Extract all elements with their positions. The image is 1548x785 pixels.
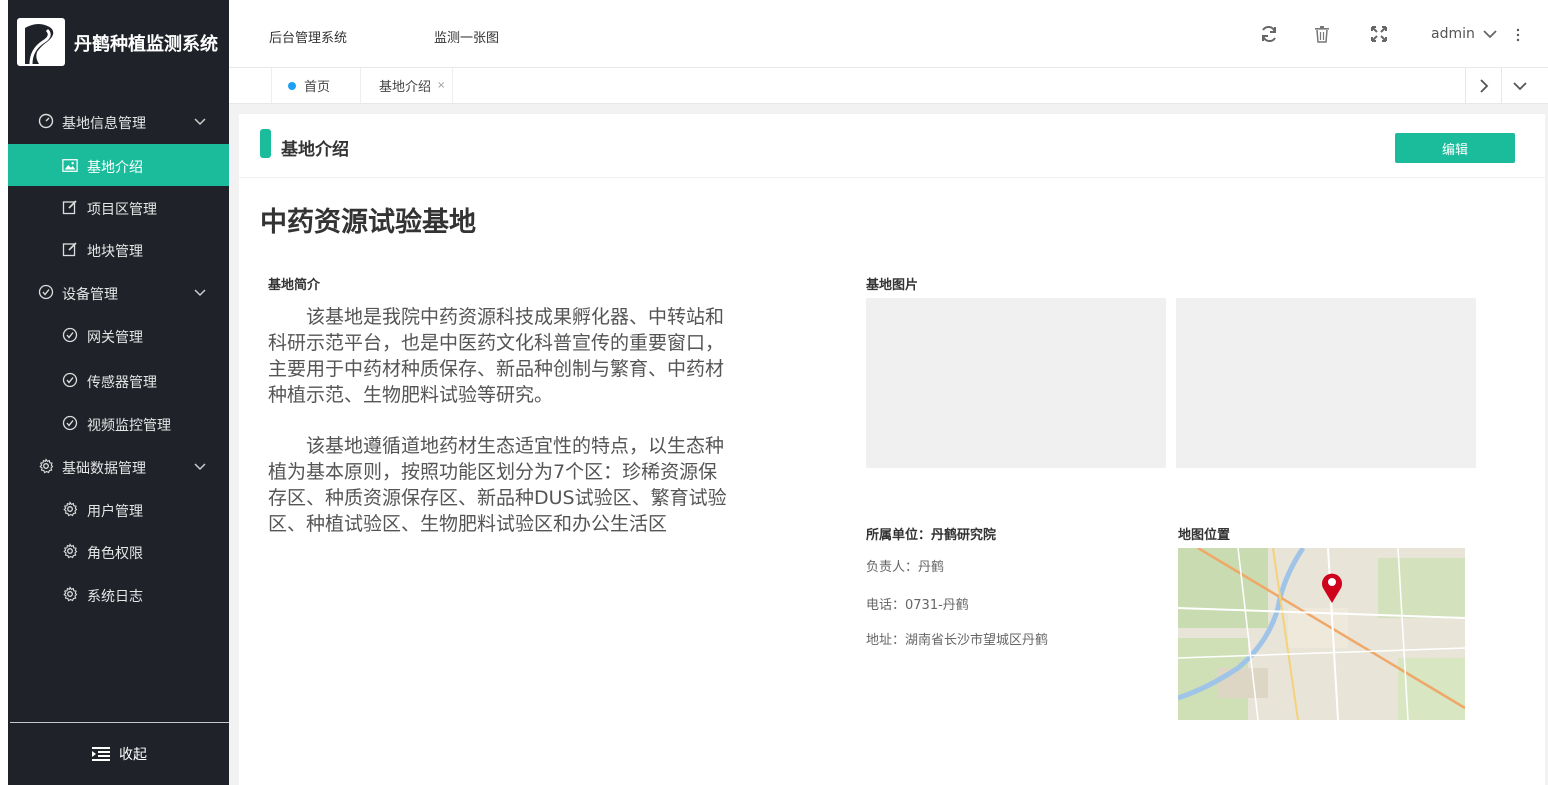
app-title: 丹鹤种植监测系统 — [74, 34, 218, 55]
nav-link-admin[interactable]: 后台管理系统 — [269, 27, 347, 46]
chevron-down-icon — [1512, 81, 1527, 90]
header-accent — [260, 129, 271, 158]
map-title: 地图位置 — [1178, 528, 1231, 543]
sidebar-item-3[interactable]: 地块管理 — [8, 228, 229, 270]
sidebar-item-0[interactable]: 基地信息管理 — [8, 100, 229, 142]
content-card: 基地介绍 编辑 中药资源试验基地 基地简介 该基地是我院中药资源科技成果孵化器、… — [239, 114, 1545, 785]
sidebar-item-label: 传感器管理 — [87, 375, 157, 391]
sidebar-item-2[interactable]: 项目区管理 — [8, 186, 229, 228]
sidebar-item-1[interactable]: 基地介绍 — [8, 144, 229, 186]
sidebar-item-label: 项目区管理 — [87, 202, 157, 218]
chevron-down-icon — [194, 114, 206, 126]
sidebar-item-label: 基础数据管理 — [62, 461, 146, 477]
tab-label: 首页 — [304, 80, 331, 95]
edit-icon — [62, 241, 78, 257]
tab-label: 基地介绍 — [379, 80, 432, 95]
tab-home[interactable]: 首页 — [271, 68, 361, 103]
active-dot — [288, 81, 296, 90]
collapse-icon — [92, 747, 110, 761]
base-image-1[interactable] — [866, 298, 1166, 468]
tab-scroll-right-button[interactable] — [1465, 68, 1501, 103]
page-title: 基地介绍 — [281, 140, 349, 160]
sidebar-item-label: 基地介绍 — [87, 160, 143, 176]
card-header: 基地介绍 编辑 — [239, 114, 1545, 178]
edit-button[interactable]: 编辑 — [1395, 133, 1515, 163]
chevron-down-icon — [194, 459, 206, 471]
gear-icon — [62, 501, 78, 517]
more-icon[interactable] — [1515, 28, 1521, 42]
user-menu[interactable]: admin — [1431, 26, 1497, 42]
tab-bar: 首页 基地介绍 × — [229, 68, 1548, 104]
edit-icon — [62, 199, 78, 215]
sidebar-item-6[interactable]: 传感器管理 — [8, 359, 229, 401]
address: 地址：湖南省长沙市望城区丹鹤 — [866, 633, 1049, 648]
chevron-right-icon — [1479, 78, 1488, 93]
location-map[interactable] — [1178, 548, 1465, 720]
base-name: 中药资源试验基地 — [260, 207, 476, 238]
image-icon — [62, 157, 78, 173]
base-image-2[interactable] — [1176, 298, 1476, 468]
sidebar-item-label: 视频监控管理 — [87, 418, 171, 434]
sidebar-item-9[interactable]: 用户管理 — [8, 488, 229, 530]
sidebar-item-label: 角色权限 — [87, 546, 143, 562]
sidebar: 丹鹤种植监测系统 基地信息管理基地介绍项目区管理地块管理设备管理网关管理传感器管… — [8, 0, 229, 785]
unit-label: 所属单位：丹鹤研究院 — [866, 528, 997, 543]
refresh-icon[interactable] — [1259, 24, 1279, 44]
close-icon[interactable]: × — [437, 80, 445, 91]
gear-icon — [62, 543, 78, 559]
sidebar-item-11[interactable]: 系统日志 — [8, 573, 229, 615]
intro-paragraph: 该基地是我院中药资源科技成果孵化器、中转站和科研示范平台，也是中医药文化科普宣传… — [268, 306, 725, 406]
intro-title: 基地简介 — [268, 278, 321, 293]
collapse-label: 收起 — [119, 747, 147, 763]
trash-icon[interactable] — [1312, 24, 1332, 44]
chevron-down-icon — [194, 285, 206, 297]
check-circle-icon — [62, 327, 78, 343]
dashboard-icon — [38, 113, 54, 129]
check-circle-icon — [62, 372, 78, 388]
fullscreen-icon[interactable] — [1369, 24, 1389, 44]
chevron-down-icon — [1483, 30, 1497, 39]
intro-text: 该基地是我院中药资源科技成果孵化器、中转站和科研示范平台，也是中医药文化科普宣传… — [268, 304, 732, 562]
logo-icon — [17, 18, 65, 66]
check-circle-icon — [62, 415, 78, 431]
sidebar-item-label: 系统日志 — [87, 589, 143, 605]
collapse-sidebar-button[interactable]: 收起 — [10, 722, 229, 785]
intro-paragraph: 该基地遵循道地药材生态适宜性的特点，以生态种植为基本原则，按照功能区划分为7个区… — [268, 435, 727, 535]
topbar: 后台管理系统 监测一张图 admin — [229, 0, 1548, 68]
sidebar-item-label: 地块管理 — [87, 244, 143, 260]
sidebar-item-label: 基地信息管理 — [62, 116, 146, 132]
tab-base-intro[interactable]: 基地介绍 × — [361, 68, 453, 103]
nav-link-monitor-map[interactable]: 监测一张图 — [434, 27, 499, 46]
sidebar-item-8[interactable]: 基础数据管理 — [8, 445, 229, 487]
logo: 丹鹤种植监测系统 — [8, 0, 229, 84]
gear-icon — [62, 586, 78, 602]
sidebar-item-7[interactable]: 视频监控管理 — [8, 402, 229, 444]
sidebar-item-label: 网关管理 — [87, 330, 143, 346]
sidebar-item-4[interactable]: 设备管理 — [8, 271, 229, 313]
username: admin — [1431, 26, 1475, 42]
contact-person: 负责人：丹鹤 — [866, 560, 945, 575]
sidebar-item-label: 用户管理 — [87, 504, 143, 520]
sidebar-item-label: 设备管理 — [62, 287, 118, 303]
sidebar-item-5[interactable]: 网关管理 — [8, 314, 229, 356]
sidebar-item-10[interactable]: 角色权限 — [8, 530, 229, 572]
phone: 电话：0731-丹鹤 — [866, 598, 969, 613]
images-title: 基地图片 — [866, 278, 919, 293]
gear-icon — [38, 458, 54, 474]
tab-menu-button[interactable] — [1501, 68, 1537, 103]
check-circle-icon — [38, 284, 54, 300]
